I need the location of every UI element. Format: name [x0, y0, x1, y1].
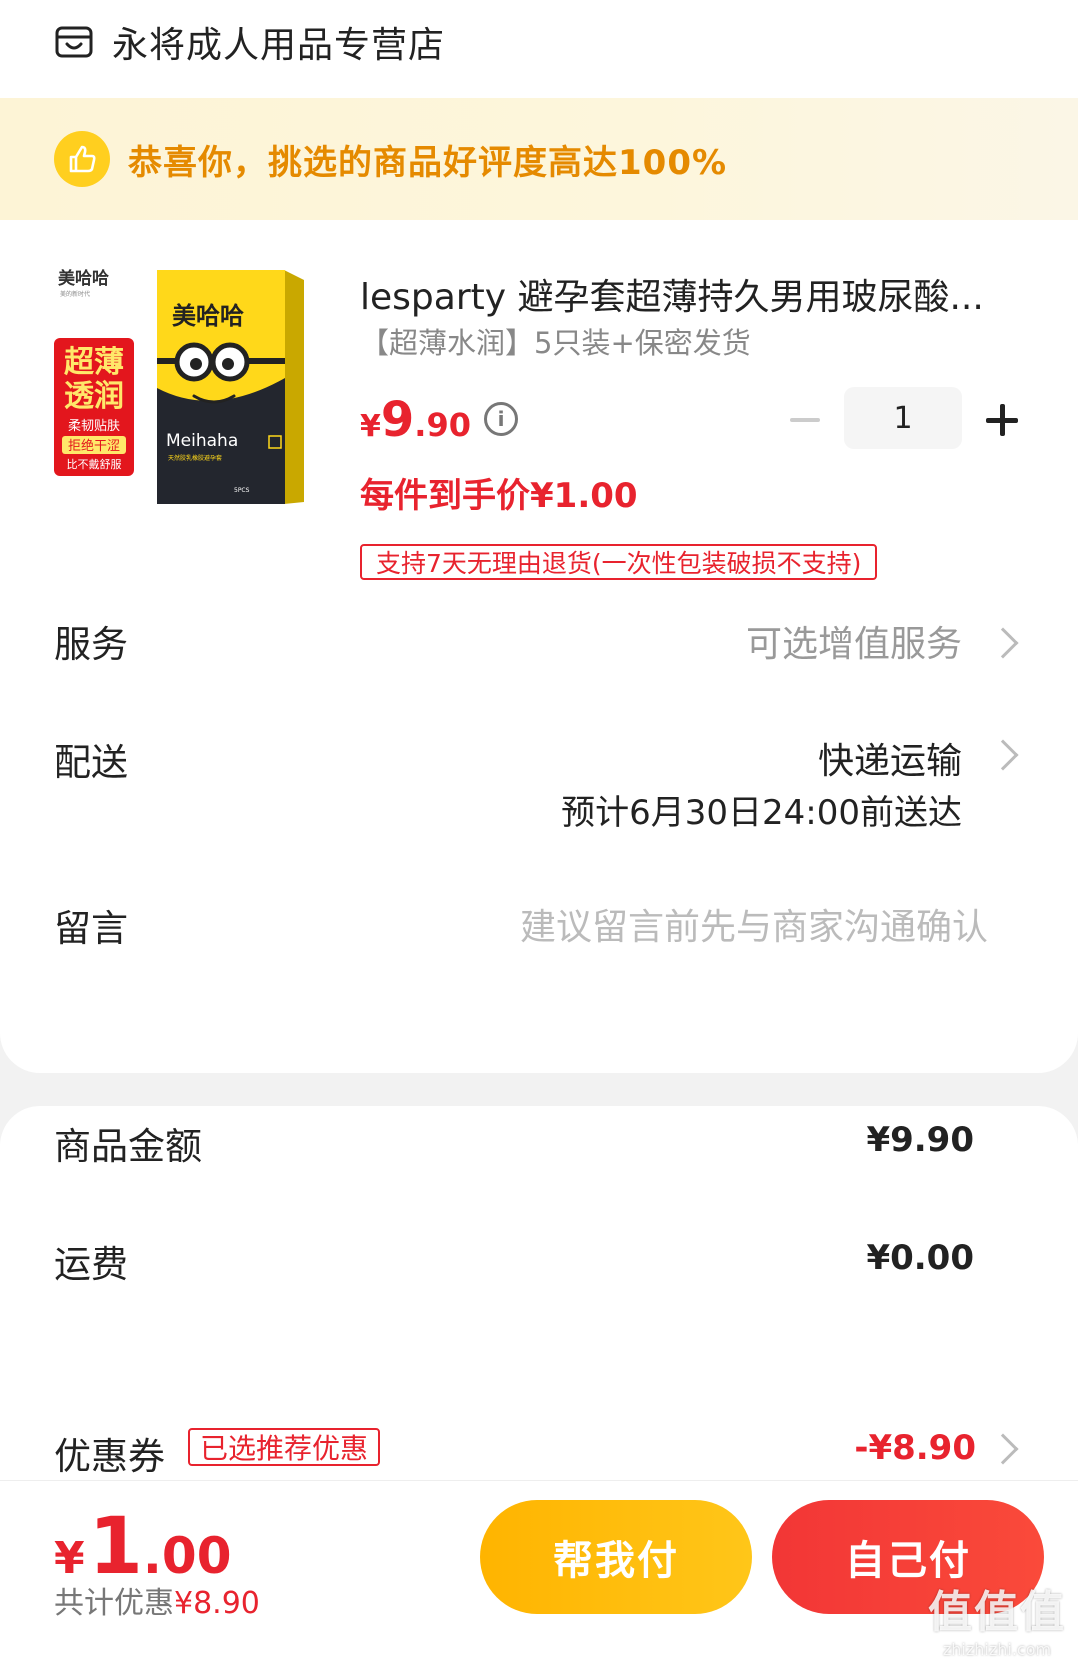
- order-card: 永将成人用品专营店 恭喜你，挑选的商品好评度高达100% 美哈哈 美的新时代 超…: [0, 0, 1078, 1073]
- coupon-label: 优惠券: [54, 1435, 165, 1478]
- delivery-eta: 预计6月30日24:00前送达: [561, 793, 962, 833]
- delivery-chevron-icon[interactable]: [987, 739, 1019, 771]
- coupon-recommended-tag[interactable]: 已选推荐优惠: [188, 1428, 381, 1466]
- badge-line1: 超薄: [64, 345, 124, 380]
- goods-amount-value: ¥9.90: [866, 1120, 974, 1160]
- box-count: 5PCS: [234, 487, 250, 494]
- product-image[interactable]: 美哈哈 美的新时代 超薄 透润 柔韧贴肤 拒绝干涩 比不戴舒服 美哈哈 Meih…: [54, 268, 324, 538]
- box-brand-en: Meihaha: [166, 431, 238, 451]
- message-input[interactable]: 建议留言前先与商家沟通确认: [520, 898, 988, 950]
- delivery-label: 配送: [54, 741, 128, 784]
- quantity-increase-button[interactable]: [986, 404, 1018, 436]
- message-label: 留言: [54, 907, 128, 950]
- watermark-url: zhizhizhi.com: [942, 1640, 1052, 1659]
- service-chevron-icon[interactable]: [987, 627, 1019, 659]
- info-icon[interactable]: i: [484, 402, 518, 436]
- total-saving: 共计优惠¥8.90: [54, 1578, 260, 1622]
- store-name[interactable]: 永将成人用品专营店: [112, 16, 445, 68]
- product-title[interactable]: lesparty 避孕套超薄持久男用玻尿酸...: [360, 268, 1020, 320]
- badge-line3: 柔韧贴肤: [68, 419, 120, 434]
- thumbs-up-icon: [54, 131, 110, 187]
- shipping-value: ¥0.00: [866, 1238, 974, 1278]
- store-header[interactable]: 永将成人用品专营店: [54, 14, 445, 70]
- badge-line4: 拒绝干涩: [68, 438, 120, 454]
- badge-line2: 透润: [64, 379, 124, 414]
- box-brand-cn: 美哈哈: [172, 302, 244, 330]
- coupon-value[interactable]: -¥8.90: [854, 1428, 976, 1468]
- quantity-decrease-button[interactable]: [790, 418, 820, 422]
- service-value[interactable]: 可选增值服务: [746, 615, 962, 667]
- per-item-price: 每件到手价¥1.00: [360, 476, 638, 516]
- badge-line5: 比不戴舒服: [67, 457, 122, 471]
- promo-text: 恭喜你，挑选的商品好评度高达100%: [128, 142, 728, 183]
- service-label: 服务: [54, 623, 128, 666]
- total-integer: 1: [88, 1502, 143, 1592]
- saving-value: ¥8.90: [174, 1586, 260, 1621]
- delivery-value[interactable]: 快递运输: [818, 732, 962, 784]
- quantity-input[interactable]: 1: [844, 387, 962, 449]
- product-price: ¥ 9 .90: [360, 392, 471, 448]
- watermark: 值值值 zhizhizhi.com: [922, 1576, 1072, 1659]
- shipping-label: 运费: [54, 1243, 128, 1286]
- product-spec[interactable]: 【超薄水润】5只装+保密发货: [360, 320, 751, 362]
- price-symbol: ¥: [360, 409, 381, 444]
- store-icon: [55, 26, 93, 58]
- box-sub: 天然胶乳橡胶避孕套: [168, 454, 222, 462]
- total-price: ¥ 1 .00: [54, 1508, 231, 1586]
- help-me-pay-button[interactable]: 帮我付: [480, 1500, 752, 1614]
- brand-tagline-text: 美的新时代: [60, 290, 90, 298]
- watermark-logo: 值值值: [928, 1587, 1066, 1638]
- saving-prefix: 共计优惠: [54, 1586, 174, 1621]
- goods-amount-label: 商品金额: [54, 1125, 202, 1168]
- promo-banner: 恭喜你，挑选的商品好评度高达100%: [0, 98, 1078, 220]
- total-symbol: ¥: [54, 1533, 85, 1584]
- price-decimal: .90: [414, 406, 471, 444]
- return-policy-badge: 支持7天无理由退货(一次性包装破损不支持): [360, 544, 878, 580]
- price-integer: 9: [380, 392, 415, 448]
- brand-mark-text: 美哈哈: [58, 268, 109, 289]
- total-decimal: .00: [142, 1527, 232, 1585]
